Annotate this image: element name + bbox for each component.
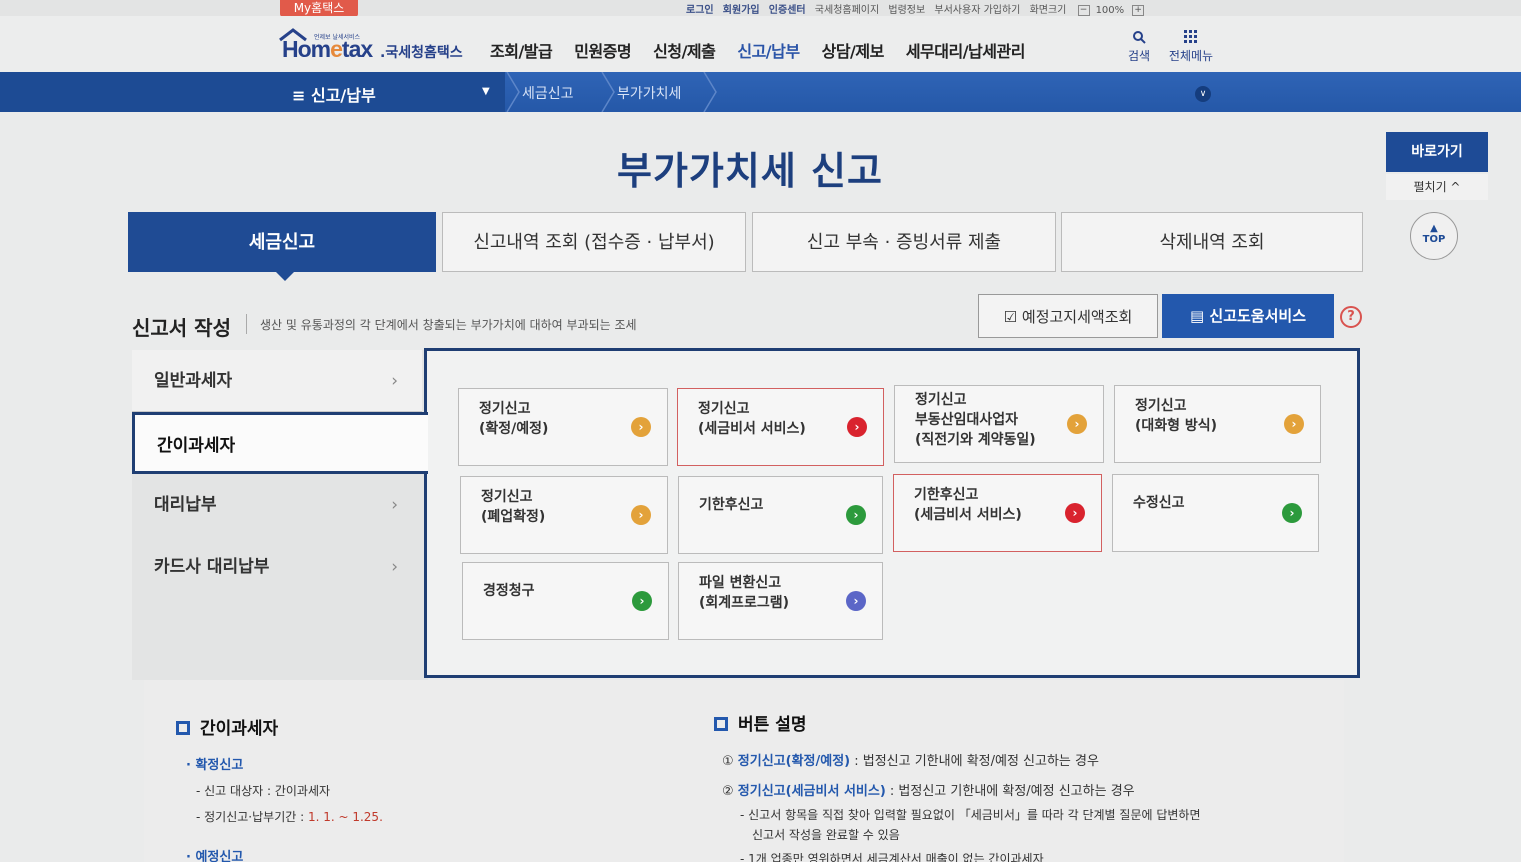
help-icon[interactable]: ?	[1340, 306, 1362, 328]
gnb-apply[interactable]: 신청/제출	[653, 38, 716, 62]
utility-links: 로그인 회원가입 인증센터 국세청홈페이지 법령정보 부서사용자 가입하기 화면…	[686, 1, 1150, 16]
menu-general-taxpayer[interactable]: 일반과세자 ›	[132, 350, 422, 412]
button-desc-2-detail: - 신고서 항목을 직접 찾아 입력할 필요없이 「세금비서」를 따라 각 단계…	[740, 808, 1201, 822]
menu-proxy-payment[interactable]: 대리납부 ›	[132, 474, 422, 536]
screen-size-label: 화면크기	[1029, 5, 1067, 16]
logo-korean: .국세청홈택스	[380, 45, 463, 61]
logo-wordmark: Hometax	[282, 36, 373, 62]
card-closure-report[interactable]: 정기신고 (폐업확정) ›	[460, 476, 668, 554]
arrow-right-icon: ›	[846, 505, 866, 525]
gnb-report-pay[interactable]: 신고/납부	[737, 38, 800, 75]
dept-user-signup-link[interactable]: 부서사용자 가입하기	[934, 5, 1020, 16]
preliminary-tax-lookup-button[interactable]: ☑ 예정고지세액조회	[978, 294, 1158, 338]
button-desc-2-detail-cont: 신고서 작성을 완료할 수 있음	[752, 828, 900, 842]
menu-simplified-taxpayer[interactable]: 간이과세자	[132, 412, 428, 474]
gnb-certificate[interactable]: 민원증명	[574, 38, 631, 62]
book-icon: ▤	[1189, 307, 1205, 325]
grid-icon	[1184, 30, 1197, 43]
arrow-right-icon: ›	[1284, 414, 1304, 434]
arrow-right-icon: ›	[1282, 503, 1302, 523]
zoom-value: 100%	[1095, 5, 1125, 16]
chevron-right-icon: ›	[391, 495, 398, 515]
active-tab-notch	[275, 271, 295, 281]
quick-link-button[interactable]: 바로가기	[1386, 132, 1488, 172]
arrow-right-icon: ›	[632, 591, 652, 611]
search-label: 검색	[1127, 49, 1151, 63]
card-regular-report-tax-secretary[interactable]: 정기신고 (세금비서 서비스) ›	[677, 388, 884, 466]
card-correction-claim[interactable]: 경정청구 ›	[462, 562, 669, 640]
button-desc-2: ② 정기신고(세금비서 서비스) : 법정신고 기한내에 확정/예정 신고하는 …	[722, 784, 1135, 799]
card-regular-report-interactive[interactable]: 정기신고 (대화형 방식) ›	[1114, 385, 1321, 463]
zoom-out-button[interactable]: −	[1077, 4, 1090, 16]
signup-link[interactable]: 회원가입	[723, 5, 760, 16]
preliminary-report-heading: · 예정신고	[186, 850, 244, 862]
menu-card-proxy-payment[interactable]: 카드사 대리납부 ›	[132, 536, 422, 598]
card-file-conversion[interactable]: 파일 변환신고 (회계프로그램) ›	[678, 562, 883, 640]
arrow-right-icon: ›	[631, 505, 651, 525]
arrow-right-icon: ›	[846, 591, 866, 611]
quick-expand-button[interactable]: 펼치기 ^	[1386, 174, 1488, 200]
gnb-consult[interactable]: 상담/제보	[822, 38, 885, 62]
chevron-right-icon: ›	[391, 557, 398, 577]
arrow-up-icon: ▲	[1430, 223, 1438, 234]
square-bullet-icon	[714, 717, 728, 731]
breadcrumb-chevron-icon	[506, 72, 520, 112]
final-report-heading: · 확정신고	[186, 758, 244, 773]
card-late-report-tax-secretary[interactable]: 기한후신고 (세금비서 서비스) ›	[893, 474, 1102, 552]
button-description-heading: 버튼 설명	[714, 710, 806, 735]
chevron-down-icon[interactable]: ∨	[1195, 86, 1211, 102]
search-icon	[1133, 31, 1146, 44]
arrow-right-icon: ›	[847, 417, 867, 437]
section-divider	[246, 314, 247, 334]
breadcrumb-chevron-icon	[703, 72, 717, 112]
arrow-right-icon: ›	[1065, 503, 1085, 523]
checkbox-icon: ☑	[1003, 308, 1018, 326]
arrow-right-icon: ›	[631, 417, 651, 437]
arrow-right-icon: ›	[1067, 414, 1087, 434]
breadcrumb-tax-report[interactable]: 세금신고	[522, 83, 574, 103]
card-regular-report[interactable]: 정기신고 (확정/예정) ›	[458, 388, 668, 466]
global-nav: 조회/발급 민원증명 신청/제출 신고/납부 상담/제보 세무대리/납세관리	[490, 38, 1047, 75]
location-menu[interactable]	[0, 72, 505, 112]
simplified-info-heading: 간이과세자	[176, 714, 278, 739]
breadcrumb-chevron-icon	[601, 72, 615, 112]
gnb-tax-agent[interactable]: 세무대리/납세관리	[906, 38, 1026, 62]
page-title: 부가가치세 신고	[617, 149, 883, 193]
tab-report-history[interactable]: 신고내역 조회 (접수증 · 납부서)	[442, 212, 746, 272]
square-bullet-icon	[176, 721, 190, 735]
zoom-in-button[interactable]: +	[1132, 4, 1145, 16]
tab-deleted-history[interactable]: 삭제내역 조회	[1061, 212, 1363, 272]
law-info-link[interactable]: 법령정보	[888, 5, 925, 16]
hometax-logo[interactable]: 언제보 날세서비스 Hometax .국세청홈택스	[278, 22, 463, 66]
taxpayer-type-menu: 일반과세자 › 대리납부 › 카드사 대리납부 ›	[132, 350, 428, 680]
card-late-report[interactable]: 기한후신고 ›	[678, 476, 883, 554]
section-description: 생산 및 유통과정의 각 단계에서 창출되는 부가가치에 대하여 부과되는 조세	[260, 318, 637, 332]
section-title: 신고서 작성	[132, 316, 231, 340]
all-menu-label: 전체메뉴	[1168, 49, 1214, 63]
button-desc-1: ① 정기신고(확정/예정) : 법정신고 기한내에 확정/예정 신고하는 경우	[722, 754, 1099, 769]
chevron-right-icon: ›	[391, 371, 398, 391]
all-menu-button[interactable]: 전체메뉴	[1166, 30, 1216, 64]
button-desc-2-condition: - 1개 업종만 영위하면서 세금계산서 매출이 없는 간이과세자	[740, 852, 1044, 862]
report-target-text: - 신고 대상자 : 간이과세자	[196, 784, 331, 798]
info-area	[144, 680, 1344, 862]
tab-tax-report[interactable]: 세금신고	[128, 212, 436, 281]
nts-homepage-link[interactable]: 국세청홈페이지	[815, 5, 879, 16]
report-help-service-button[interactable]: ▤ 신고도움서비스	[1162, 294, 1334, 338]
cert-center-link[interactable]: 인증센터	[769, 5, 806, 16]
hamburger-icon: ≡	[292, 86, 306, 105]
location-title[interactable]: ≡ 신고/납부	[292, 82, 376, 106]
card-amended-report[interactable]: 수정신고 ›	[1112, 474, 1319, 552]
card-regular-report-realestate[interactable]: 정기신고 부동산임대사업자 (직전기와 계약동일) ›	[894, 385, 1104, 463]
top-button[interactable]: ▲ TOP	[1410, 212, 1458, 260]
search-button[interactable]: 검색	[1126, 30, 1152, 64]
report-period-text: - 정기신고·납부기간 : 1. 1. ~ 1.25.	[196, 810, 383, 824]
login-link[interactable]: 로그인	[686, 5, 714, 16]
gnb-inquiry[interactable]: 조회/발급	[490, 38, 553, 62]
caret-down-icon[interactable]: ▼	[482, 86, 490, 97]
my-hometax-tab[interactable]: My홈택스	[280, 0, 358, 17]
tab-attachments[interactable]: 신고 부속 · 증빙서류 제출	[752, 212, 1056, 272]
breadcrumb-vat[interactable]: 부가가치세	[617, 83, 681, 103]
